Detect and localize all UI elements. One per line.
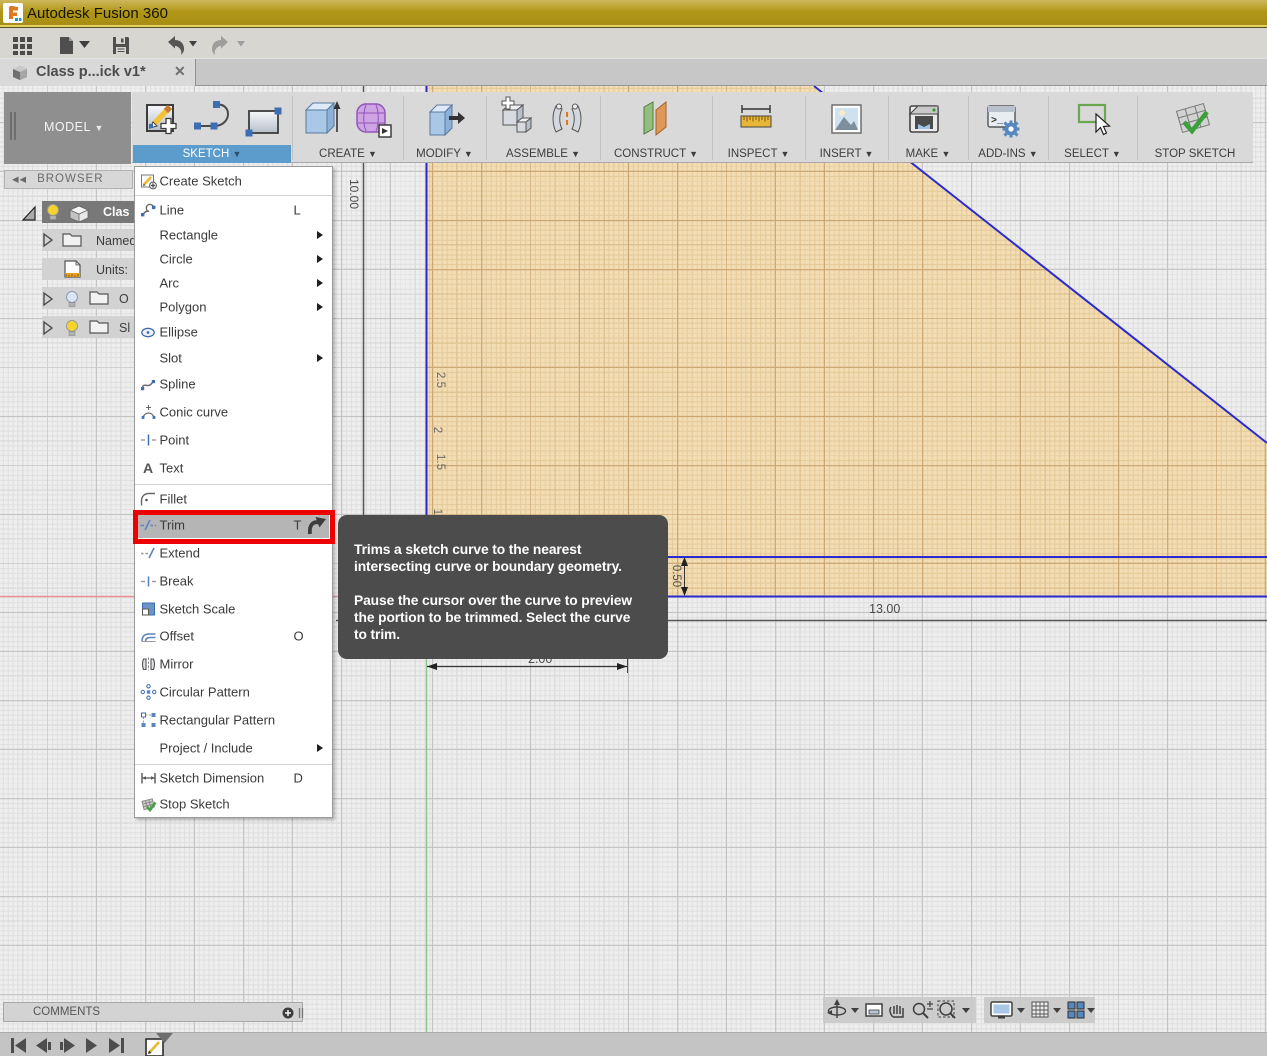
svg-text:Clas: Clas — [103, 205, 129, 219]
svg-text:A: A — [143, 460, 153, 476]
svg-text:2.5: 2.5 — [434, 372, 446, 388]
svg-text:1.5: 1.5 — [434, 454, 446, 470]
svg-text:O: O — [119, 292, 129, 306]
svg-text:2: 2 — [431, 427, 443, 433]
svg-text:0.50: 0.50 — [670, 565, 682, 587]
svg-text:>_: >_ — [991, 116, 1004, 127]
svg-text:Named: Named — [96, 234, 136, 248]
svg-text:13.00: 13.00 — [869, 602, 900, 616]
svg-text:Units:: Units: — [96, 263, 128, 277]
svg-text:10.00: 10.00 — [347, 179, 361, 209]
svg-text:Sl: Sl — [119, 321, 130, 335]
